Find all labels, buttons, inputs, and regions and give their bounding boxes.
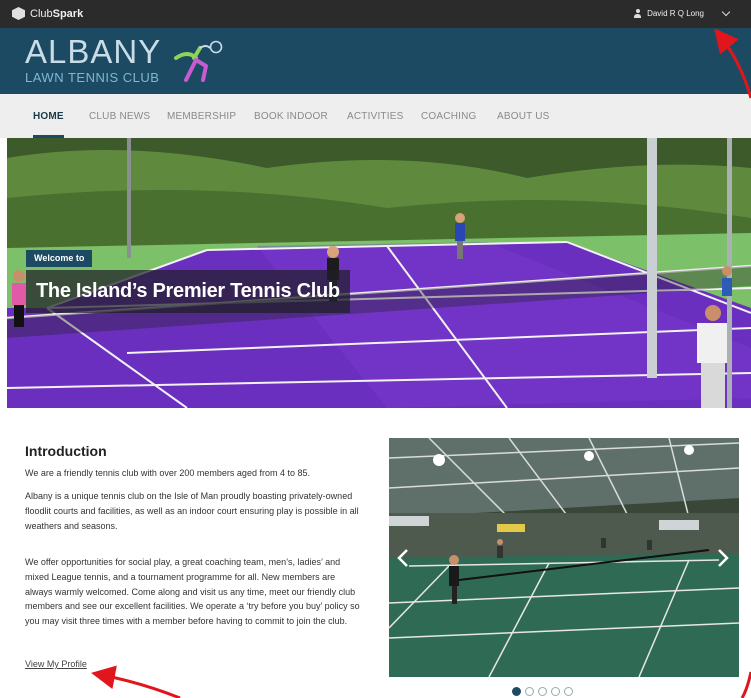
clubspark-logo-light: Club (30, 7, 53, 20)
nav-membership[interactable]: MEMBERSHIP (167, 111, 236, 138)
chevron-down-icon[interactable] (721, 7, 731, 17)
intro-paragraph-3: We offer opportunities for social play, … (25, 557, 360, 627)
intro-paragraph-1: We are a friendly tennis club with over … (25, 468, 310, 478)
clubspark-logo[interactable]: ClubSpark (12, 7, 83, 20)
nav-book-indoor[interactable]: BOOK INDOOR (254, 111, 328, 138)
user-menu[interactable]: David R Q Long (633, 7, 731, 18)
carousel-dots (512, 687, 573, 696)
carousel-dot-1[interactable] (512, 687, 521, 696)
nav-home[interactable]: HOME (33, 111, 64, 138)
carousel-dot-3[interactable] (538, 687, 547, 696)
annotation-arrow-edge (740, 671, 751, 698)
intro-paragraph-2: Albany is a unique tennis club on the Is… (25, 491, 359, 531)
user-name: David R Q Long (647, 9, 704, 18)
carousel-next-button[interactable] (713, 548, 735, 574)
clubspark-hex-icon (12, 7, 25, 20)
nav-coaching[interactable]: COACHING (421, 111, 477, 138)
intro-heading: Introduction (25, 443, 107, 459)
annotation-arrow-bottom (91, 665, 181, 698)
carousel-dot-2[interactable] (525, 687, 534, 696)
carousel-dot-4[interactable] (551, 687, 560, 696)
top-bar: ClubSpark David R Q Long (0, 0, 751, 28)
nav-club-news[interactable]: CLUB NEWS (89, 111, 150, 138)
club-subtitle: LAWN TENNIS CLUB (25, 70, 160, 85)
club-name[interactable]: ALBANY (25, 34, 161, 70)
carousel-image[interactable] (389, 438, 739, 677)
nav-about-us[interactable]: ABOUT US (497, 111, 550, 138)
site-header: ALBANY LAWN TENNIS CLUB (0, 28, 751, 94)
view-profile-link[interactable]: View My Profile (25, 659, 87, 669)
carousel-dot-5[interactable] (564, 687, 573, 696)
hero-title: The Island’s Premier Tennis Club (26, 270, 350, 313)
hero-welcome-tag: Welcome to (26, 250, 93, 267)
carousel-prev-button[interactable] (393, 548, 415, 574)
user-icon (633, 9, 642, 18)
indoor-court-photo (389, 438, 739, 677)
main-nav: HOME CLUB NEWS MEMBERSHIP BOOK INDOOR AC… (0, 94, 751, 138)
nav-activities[interactable]: ACTIVITIES (347, 111, 403, 138)
clubspark-logo-bold: Spark (52, 7, 84, 20)
tennis-player-logo-icon (174, 40, 223, 82)
